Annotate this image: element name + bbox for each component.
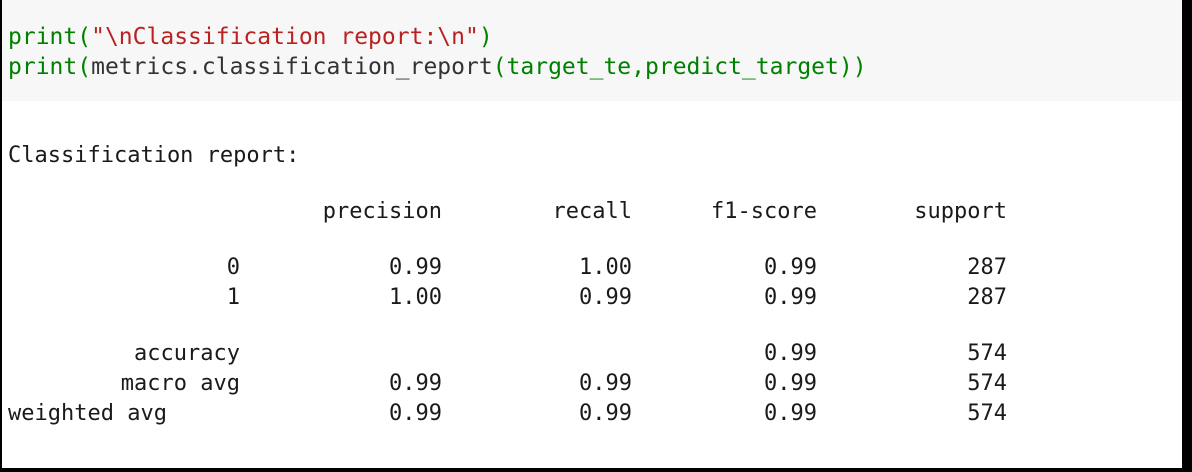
f1-value: 0.99 [764,285,817,310]
notebook-cell: print("\nClassification report:\n") prin… [2,0,1190,472]
string-literal: "\nClassification report:\n" [91,24,479,50]
print-keyword: print [8,54,78,80]
recall-value: 0.99 [579,285,632,310]
support-value: 574 [967,341,1007,366]
recall-value: 0.99 [579,371,632,396]
row-label: 1 [226,285,240,310]
print-keyword: print [8,24,78,50]
support-value: 574 [967,371,1007,396]
report-heading: Classification report: [8,143,300,168]
row-label: 0 [226,255,240,280]
function-call: metrics.classification_report [91,54,493,80]
call-arguments: (target_te,predict_target) [492,54,853,80]
support-value: 287 [967,285,1007,310]
recall-value: 0.99 [579,401,632,426]
code-input-cell[interactable]: print("\nClassification report:\n") prin… [2,0,1182,101]
row-label: accuracy [134,341,240,366]
precision-value: 0.99 [389,371,442,396]
precision-value: 0.99 [389,255,442,280]
precision-value: 1.00 [389,285,442,310]
open-paren: ( [77,54,92,80]
support-value: 287 [967,255,1007,280]
col-header-recall: recall [552,199,632,224]
f1-value: 0.99 [764,341,817,366]
f1-value: 0.99 [764,401,817,426]
recall-value: 1.00 [579,255,632,280]
col-header-precision: precision [322,199,442,224]
close-paren: ) [478,24,493,50]
col-header-support: support [914,199,1007,224]
row-label: weighted avg [8,401,167,426]
precision-value: 0.99 [389,401,442,426]
code-line-2: print(metrics.classification_report(targ… [8,52,867,82]
support-value: 574 [967,401,1007,426]
cell-output: Classification report: precision recall … [2,101,1182,468]
open-paren: ( [77,24,92,50]
f1-value: 0.99 [764,371,817,396]
close-paren: ) [852,54,867,80]
col-header-f1-score: f1-score [711,199,817,224]
row-label: macro avg [120,371,240,396]
f1-value: 0.99 [764,255,817,280]
code-line-1: print("\nClassification report:\n") [8,22,493,52]
